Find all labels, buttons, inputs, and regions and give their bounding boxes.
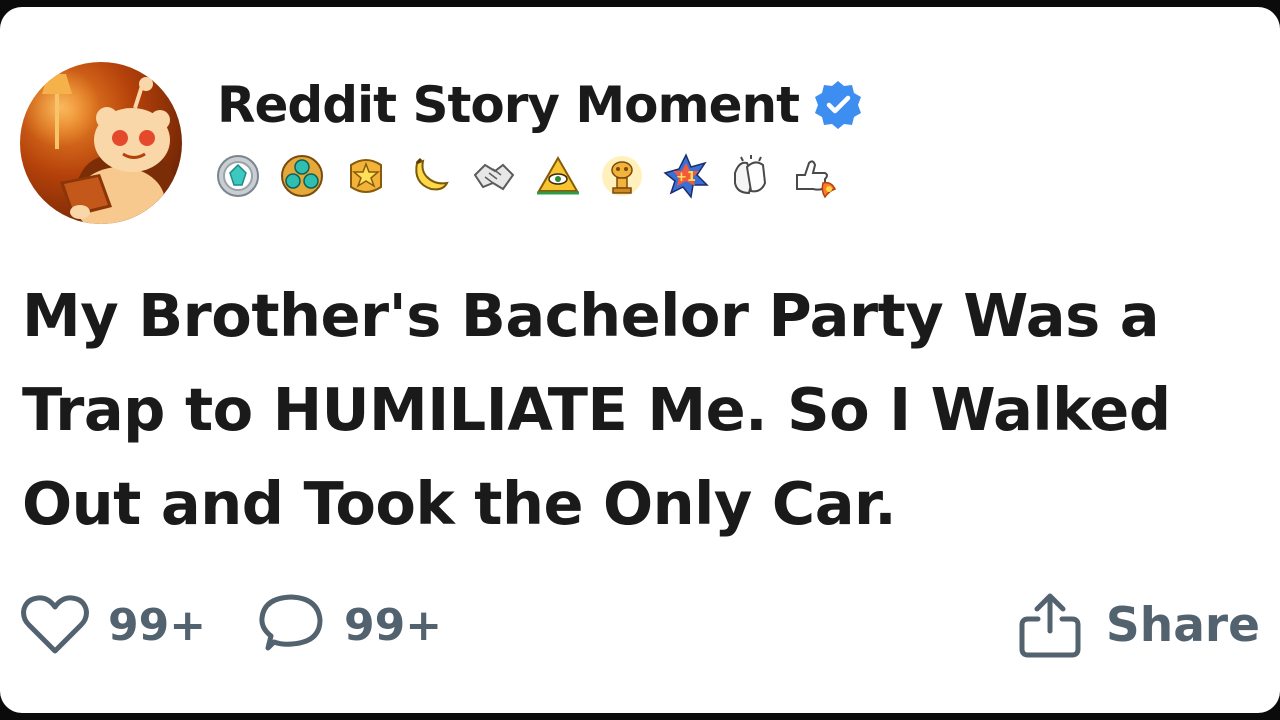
share-label: Share bbox=[1105, 597, 1260, 653]
award-badges: +1 bbox=[215, 153, 837, 199]
snoo-trophy-award-icon[interactable] bbox=[599, 153, 645, 199]
rocket-thumbs-up-award-icon[interactable] bbox=[791, 153, 837, 199]
star-award-icon[interactable] bbox=[343, 153, 389, 199]
clapping-hands-award-icon[interactable] bbox=[727, 153, 773, 199]
comment-count: 99+ bbox=[344, 599, 443, 651]
heart-icon bbox=[21, 595, 89, 654]
gem-award-icon[interactable] bbox=[215, 153, 261, 199]
post-card: Reddit Story Moment +1 My Brother's Bach… bbox=[0, 7, 1280, 713]
author-row: Reddit Story Moment bbox=[217, 69, 865, 141]
comment-bubble-icon bbox=[259, 594, 323, 651]
post-actions: 99+ 99+ Share bbox=[20, 589, 1260, 661]
share-button[interactable]: Share bbox=[1016, 589, 1260, 661]
like-button[interactable]: 99+ bbox=[20, 589, 206, 661]
snoo-reading-avatar-icon bbox=[20, 62, 182, 224]
author-name[interactable]: Reddit Story Moment bbox=[217, 76, 800, 134]
post-title[interactable]: My Brother's Bachelor Party Was a Trap t… bbox=[22, 269, 1272, 551]
like-count: 99+ bbox=[108, 599, 207, 651]
avatar[interactable] bbox=[20, 62, 182, 224]
svg-text:+1: +1 bbox=[676, 170, 696, 185]
comment-button[interactable]: 99+ bbox=[256, 589, 442, 661]
pyramid-eye-award-icon[interactable] bbox=[535, 153, 581, 199]
verified-badge-icon bbox=[814, 81, 861, 129]
banana-award-icon[interactable] bbox=[407, 153, 453, 199]
triple-gem-award-icon[interactable] bbox=[279, 153, 325, 199]
share-icon bbox=[1019, 593, 1081, 658]
handshake-award-icon[interactable] bbox=[471, 153, 517, 199]
plus-one-award-icon[interactable]: +1 bbox=[663, 153, 709, 199]
